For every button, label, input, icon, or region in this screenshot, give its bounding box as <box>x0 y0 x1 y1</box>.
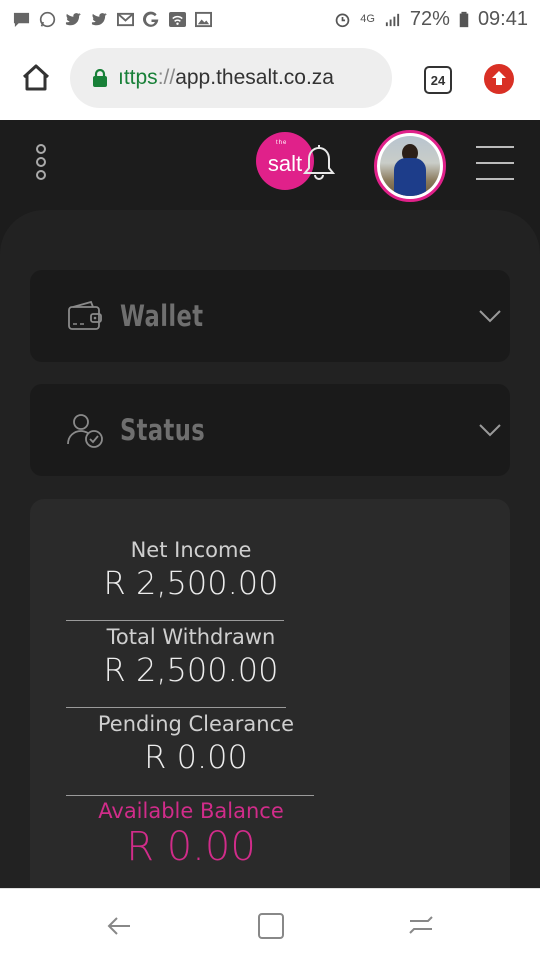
pending-clearance-label: Pending Clearance <box>97 712 295 736</box>
battery-percent: 72% <box>409 7 450 30</box>
dot-icon <box>36 157 46 167</box>
notification-icons <box>12 11 213 28</box>
home-icon[interactable] <box>20 62 52 94</box>
clock: 09:41 <box>477 7 528 30</box>
chevron-down-icon <box>479 424 501 437</box>
total-withdrawn-value: R 2,500.00 <box>103 651 279 689</box>
menu-line <box>476 162 514 164</box>
net-income: Net Income R 2,500.00 <box>66 537 316 603</box>
net-income-label: Net Income <box>130 538 252 562</box>
menu-button[interactable] <box>476 146 514 182</box>
balance-card: Net Income R 2,500.00 Total Withdrawn R … <box>30 499 510 919</box>
wallet-accordion[interactable]: Wallet <box>30 270 510 362</box>
wallet-label: Wallet <box>120 299 204 333</box>
status-label: Status <box>120 413 206 447</box>
alarm-icon <box>335 13 350 27</box>
menu-line <box>476 146 514 148</box>
tab-switcher-button[interactable]: 24 <box>424 66 452 94</box>
recents-icon[interactable] <box>406 911 436 941</box>
twitter-icon <box>65 12 82 25</box>
back-icon[interactable] <box>104 911 134 941</box>
chevron-down-icon <box>479 310 501 323</box>
browser-toolbar: ıttps://app.thesalt.co.za 24 <box>0 38 540 120</box>
wifi-icon <box>169 11 186 27</box>
available-balance: Available Balance R 0.00 <box>66 798 316 870</box>
app-header: the salt <box>0 120 540 212</box>
home-nav-icon[interactable] <box>256 911 286 941</box>
logo-top-text: the <box>276 140 288 146</box>
lock-icon <box>93 69 107 87</box>
profile-photo-body <box>394 158 426 196</box>
divider <box>66 795 314 796</box>
pending-clearance-value: R 0.00 <box>144 738 248 776</box>
menu-line <box>476 178 514 180</box>
screen: 4G 72% 09:41 ıttps://app.thesalt.co.za 2… <box>0 0 540 960</box>
logo-text: salt <box>267 151 303 176</box>
pending-clearance: Pending Clearance R 0.00 <box>66 711 326 777</box>
status-accordion[interactable]: Status <box>30 384 510 476</box>
available-balance-value: R 0.00 <box>126 824 256 870</box>
dot-icon <box>36 170 46 180</box>
wallet-icon <box>68 300 102 330</box>
network-type: 4G <box>360 13 375 25</box>
divider <box>66 707 286 708</box>
divider <box>66 620 284 621</box>
url-host: app.thesalt.co.za <box>175 66 334 89</box>
url-scheme: ıttps <box>118 66 158 89</box>
more-options-button[interactable] <box>34 144 48 188</box>
google-icon <box>143 11 159 27</box>
twitter-icon <box>91 12 108 25</box>
total-withdrawn: Total Withdrawn R 2,500.00 <box>66 624 316 690</box>
profile-photo <box>380 136 440 196</box>
gmail-icon <box>117 12 134 26</box>
avatar[interactable] <box>374 130 446 202</box>
navigation-bar <box>0 888 540 960</box>
image-icon <box>195 11 212 27</box>
arrow-up-icon <box>492 71 506 85</box>
signal-icon <box>385 13 400 26</box>
user-check-icon <box>67 414 103 448</box>
status-bar: 4G 72% 09:41 <box>0 0 540 38</box>
battery-icon <box>459 11 469 27</box>
whatsapp-icon <box>39 11 56 27</box>
system-status: 4G 72% 09:41 <box>333 8 528 31</box>
net-income-value: R 2,500.00 <box>103 564 279 602</box>
address-bar[interactable]: ıttps://app.thesalt.co.za <box>70 48 392 108</box>
url-separator: :// <box>157 66 176 89</box>
update-button[interactable] <box>484 64 514 94</box>
dot-icon <box>36 144 46 154</box>
bell-icon[interactable] <box>298 142 340 184</box>
total-withdrawn-label: Total Withdrawn <box>106 625 276 649</box>
message-icon <box>13 12 30 27</box>
available-balance-label: Available Balance <box>98 799 284 823</box>
